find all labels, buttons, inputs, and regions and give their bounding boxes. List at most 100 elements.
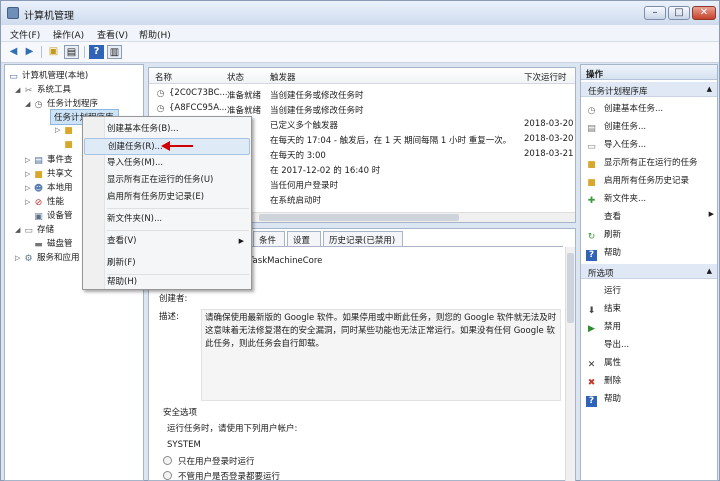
action-disable[interactable]: ▶ 禁用	[586, 320, 621, 335]
tree-root[interactable]: ▭ 计算机管理(本地)	[8, 69, 88, 82]
task-name-text: {A8FCC95A...	[169, 103, 227, 113]
ctx-help[interactable]: 帮助(H)	[84, 274, 250, 291]
tree-services[interactable]: ▷ ⚙ 服务和应用	[15, 251, 80, 264]
action-create-task[interactable]: ▤ 创建任务...	[586, 120, 646, 135]
action-end[interactable]: ⬇ 结束	[586, 302, 621, 317]
column-name[interactable]: 名称	[155, 71, 172, 83]
actions-section-selected[interactable]: 所选项 ▲	[581, 264, 717, 279]
ctx-new-folder[interactable]: 新文件夹(N)...	[84, 211, 250, 228]
action-delete[interactable]: ✖ 删除	[586, 374, 621, 389]
window-title: 计算机管理	[24, 11, 74, 22]
tab-history[interactable]: 历史记录(已禁用)	[323, 231, 403, 246]
action-pane-icon[interactable]: ▥	[107, 45, 122, 59]
ctx-create-basic-task[interactable]: 创建基本任务(B)...	[84, 121, 250, 138]
action-label: 帮助	[604, 248, 622, 258]
action-view[interactable]: 查看 ▶	[586, 210, 714, 222]
tree-disk-management[interactable]: ▬ 磁盘管	[33, 237, 72, 250]
detail-vertical-scrollbar[interactable]	[565, 247, 575, 481]
action-export[interactable]: 导出...	[586, 338, 629, 350]
ctx-separator	[107, 230, 249, 231]
action-properties[interactable]: ✕ 属性	[586, 356, 621, 371]
action-label: 查看	[604, 212, 622, 222]
action-run[interactable]: 运行	[586, 284, 621, 296]
tree-device-manager-label: 设备管	[47, 211, 73, 221]
action-help[interactable]: ? 帮助	[586, 246, 621, 261]
radio-whether-logged-on[interactable]: 不管用户是否登录都要运行	[163, 471, 280, 481]
action-import-task[interactable]: ▭ 导入任务...	[586, 138, 646, 153]
task-row-trigger: 当创建任务或修改任务时	[270, 91, 364, 101]
run-as-label: 运行任务时，请使用下列用户帐户:	[167, 424, 298, 434]
action-help-selected[interactable]: ? 帮助	[586, 392, 621, 407]
column-trigger[interactable]: 触发器	[270, 71, 296, 83]
menu-action[interactable]: 操作(A)	[53, 28, 84, 41]
tree-storage-label: 存储	[37, 225, 55, 235]
column-status[interactable]: 状态	[227, 71, 244, 83]
toolbar-separator	[84, 46, 85, 58]
action-create-basic-task[interactable]: ◷ 创建基本任务...	[586, 102, 664, 117]
tree-performance[interactable]: ▷ ⊘ 性能	[25, 195, 64, 208]
actions-section-library[interactable]: 任务计划程序库 ▲	[581, 82, 717, 97]
radio-button[interactable]	[163, 471, 172, 480]
minimize-button[interactable]: –	[644, 6, 666, 20]
radio-button[interactable]	[163, 456, 172, 465]
actions-header: 操作	[581, 65, 717, 80]
horizontal-scroll-thumb[interactable]	[259, 214, 459, 221]
action-label: 创建任务...	[604, 122, 647, 132]
forward-arrow-icon[interactable]: ▶	[22, 45, 37, 59]
task-row-trigger: 在每天的 3:00	[270, 151, 326, 161]
folder-icon: ■	[64, 126, 73, 136]
tree-performance-label: 性能	[47, 197, 65, 207]
ctx-enable-history[interactable]: 启用所有任务历史记录(E)	[84, 189, 250, 206]
description-line: 这意味着无法修复潜在的安全漏洞，同时某些功能也无法正常运行。如果没有任何 Goo…	[205, 326, 555, 336]
task-row-name[interactable]: ◷ {A8FCC95A...	[155, 103, 227, 114]
tree-event-viewer[interactable]: ▷ ▤ 事件查	[25, 153, 73, 166]
task-row-status: 准备就绪	[227, 106, 262, 116]
ctx-refresh[interactable]: 刷新(F)	[84, 255, 250, 272]
submenu-arrow-icon: ▶	[708, 210, 714, 218]
close-button[interactable]: ✕	[692, 6, 716, 20]
help-icon[interactable]: ?	[89, 45, 104, 59]
maximize-button[interactable]: □	[668, 6, 690, 20]
folder-icon: ■	[64, 140, 73, 150]
action-label: 属性	[604, 358, 622, 368]
ctx-import-task[interactable]: 导入任务(M)...	[84, 155, 250, 172]
tree-root-label: 计算机管理(本地)	[22, 71, 89, 81]
action-enable-history[interactable]: ■ 启用所有任务历史记录	[586, 174, 689, 189]
tree-system-tools-label: 系统工具	[37, 85, 72, 95]
tree-library-subfolder-1[interactable]: ▷ ■	[55, 125, 77, 136]
end-arrow-icon: ⬇	[587, 306, 596, 316]
menu-help[interactable]: 帮助(H)	[139, 28, 171, 41]
refresh-icon: ↻	[587, 232, 596, 242]
delete-icon: ✖	[587, 378, 596, 388]
ctx-view-label: 查看(V)	[107, 236, 137, 246]
action-label: 禁用	[604, 322, 622, 332]
tree-device-manager[interactable]: ▣ 设备管	[33, 209, 73, 222]
tree-system-tools[interactable]: ◢ ✂ 系统工具	[15, 83, 71, 96]
disk-icon: ▬	[34, 240, 43, 250]
up-folder-icon[interactable]: ▣	[46, 45, 61, 59]
column-next-run[interactable]: 下次运行时	[524, 71, 567, 83]
task-row-trigger: 在系统启动时	[270, 196, 322, 206]
tree-library-subfolder-2[interactable]: ■	[55, 139, 77, 150]
tree-local-users[interactable]: ▷ ☻ 本地用	[25, 181, 73, 194]
menu-file[interactable]: 文件(F)	[10, 28, 40, 41]
ctx-view[interactable]: 查看(V) ▶	[84, 233, 250, 250]
radio-logged-on-only[interactable]: 只在用户登录时运行	[163, 456, 255, 469]
action-refresh[interactable]: ↻ 刷新	[586, 228, 621, 243]
back-arrow-icon[interactable]: ◀	[6, 45, 21, 59]
detail-scroll-thumb[interactable]	[567, 253, 574, 323]
new-folder-icon: ✚	[587, 196, 596, 206]
action-label: 启用所有任务历史记录	[604, 176, 690, 186]
show-hide-tree-icon[interactable]: ▤	[64, 45, 79, 59]
action-show-running[interactable]: ■ 显示所有正在运行的任务	[586, 156, 697, 171]
tab-settings[interactable]: 设置	[287, 231, 321, 246]
ctx-show-running[interactable]: 显示所有正在运行的任务(U)	[84, 172, 250, 189]
tab-conditions[interactable]: 条件	[253, 231, 285, 246]
tree-task-scheduler-label: 任务计划程序	[47, 99, 99, 109]
tree-storage[interactable]: ◢ ▭ 存储	[15, 223, 54, 236]
menu-view[interactable]: 查看(V)	[97, 28, 128, 41]
expanded-triangle-icon: ◢	[15, 86, 21, 94]
action-new-folder[interactable]: ✚ 新文件夹...	[586, 192, 646, 207]
task-row-name[interactable]: ◷ {2C0C73BC...	[155, 88, 228, 99]
tree-shared-folders[interactable]: ▷ ■ 共享文	[25, 167, 73, 180]
